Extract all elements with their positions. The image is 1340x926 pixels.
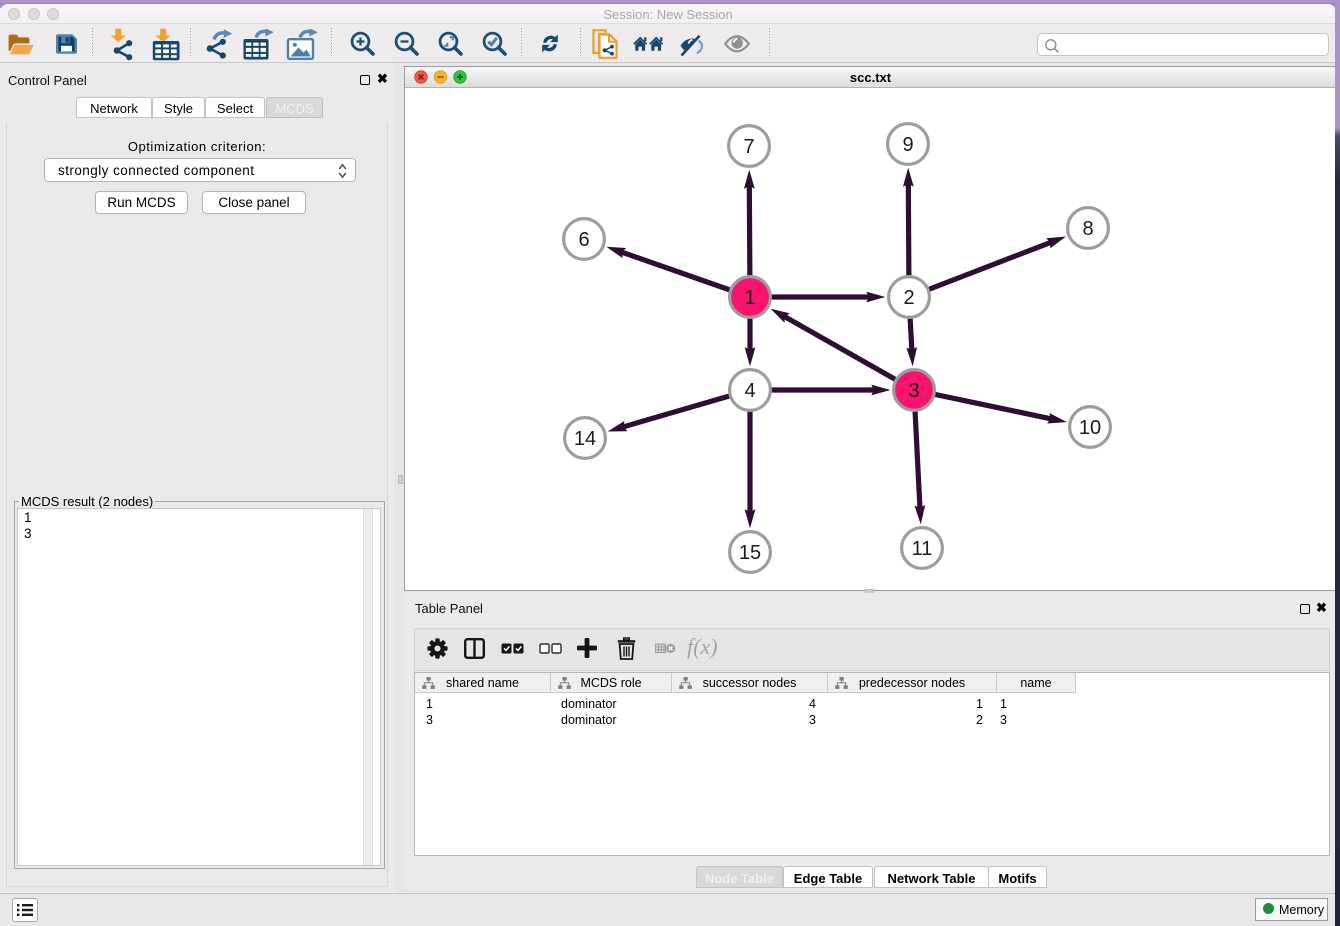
svg-text:9: 9: [902, 134, 913, 156]
svg-text:2: 2: [903, 287, 914, 309]
svg-text:3: 3: [908, 380, 919, 402]
svg-text:1: 1: [744, 287, 755, 309]
svg-text:6: 6: [578, 229, 589, 251]
svg-text:14: 14: [574, 428, 596, 450]
svg-text:11: 11: [912, 538, 933, 560]
svg-text:7: 7: [743, 136, 754, 158]
svg-text:10: 10: [1079, 417, 1101, 439]
svg-text:15: 15: [739, 542, 761, 564]
svg-text:8: 8: [1082, 218, 1093, 240]
svg-text:4: 4: [744, 380, 755, 402]
